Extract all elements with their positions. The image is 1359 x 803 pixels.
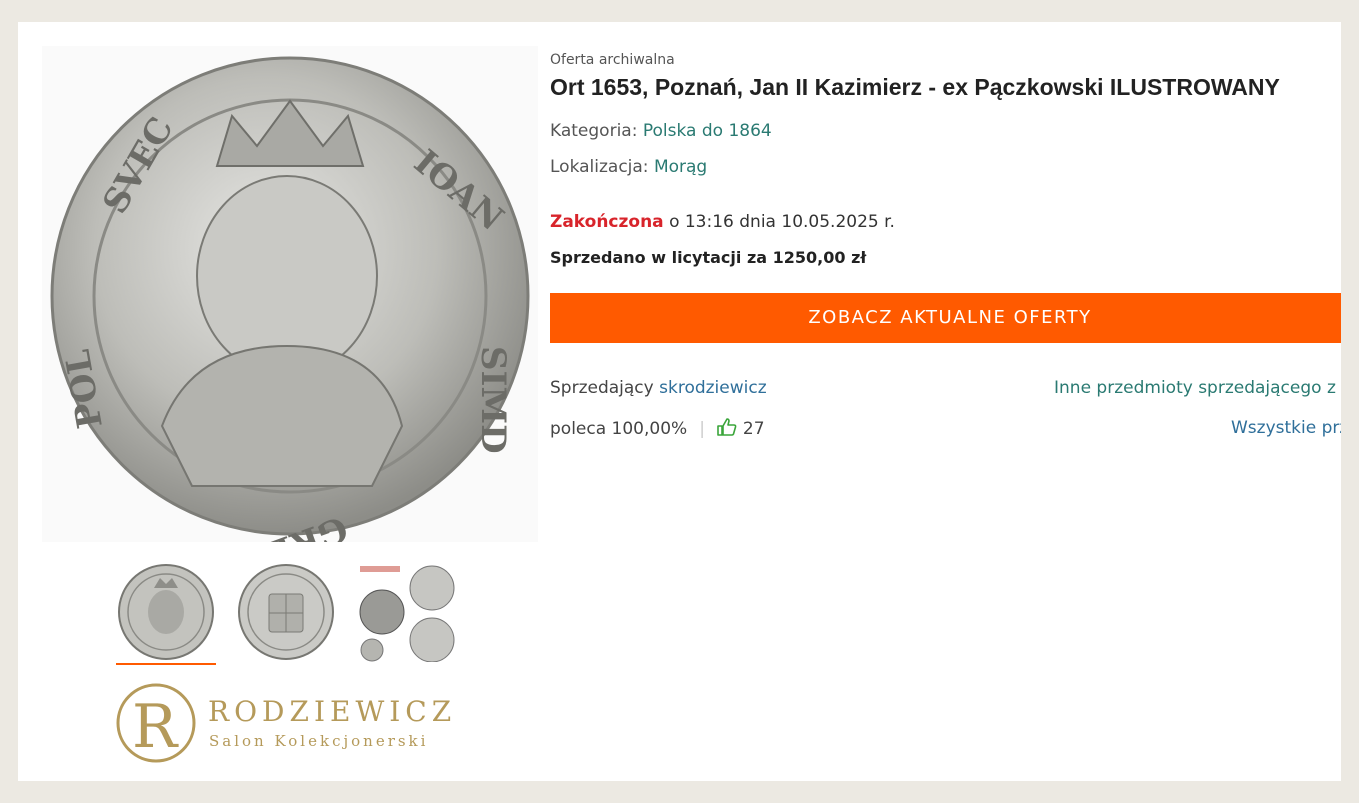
other-items-link[interactable]: Inne przedmioty sprzedającego z k xyxy=(1054,378,1341,398)
main-coin-image[interactable]: IOAN SIMD GREX POL SVEC xyxy=(42,46,538,542)
logo-subtitle: Salon Kolekcjonerski xyxy=(209,732,429,750)
thumbnail-reverse[interactable] xyxy=(236,562,336,662)
seller-name-link[interactable]: skrodziewicz xyxy=(659,378,767,398)
thumbnail-obverse[interactable] xyxy=(116,562,216,665)
archive-label: Oferta archiwalna xyxy=(550,52,675,68)
seller-label: Sprzedający xyxy=(550,378,654,398)
thumbnail-certificate[interactable] xyxy=(356,562,456,662)
logo-name: RODZIEWICZ xyxy=(208,695,457,728)
location-link[interactable]: Morąg xyxy=(654,157,707,177)
rating-row: poleca 100,00% | 27 xyxy=(550,418,765,441)
status-badge: Zakończona xyxy=(550,212,664,232)
rating-separator: | xyxy=(699,419,705,439)
seller-row: Sprzedający skrodziewicz xyxy=(550,378,767,398)
category-label: Kategoria: xyxy=(550,121,638,141)
all-items-link[interactable]: Wszystkie prz xyxy=(1231,418,1341,438)
offer-title: Ort 1653, Poznań, Jan II Kazimierz - ex … xyxy=(550,74,1280,100)
thumbs-up-icon xyxy=(717,418,737,441)
ended-time: o 13:16 dnia 10.05.2025 r. xyxy=(669,212,895,232)
see-current-offers-button[interactable]: ZOBACZ AKTUALNE OFERTY xyxy=(550,293,1341,343)
seller-logo: R RODZIEWICZ Salon Kolekcjonerski xyxy=(116,677,464,769)
location-label: Lokalizacja: xyxy=(550,157,649,177)
recommend-text: poleca 100,00% xyxy=(550,419,688,439)
location-row: Lokalizacja: Morąg xyxy=(550,157,707,177)
ended-row: Zakończona o 13:16 dnia 10.05.2025 r. xyxy=(550,212,895,232)
offer-card: IOAN SIMD GREX POL SVEC xyxy=(18,22,1341,781)
thumbs-count: 27 xyxy=(742,419,765,439)
category-row: Kategoria: Polska do 1864 xyxy=(550,121,772,141)
svg-text:R: R xyxy=(132,692,179,762)
svg-text:SIMD: SIMD xyxy=(473,346,513,454)
category-link[interactable]: Polska do 1864 xyxy=(643,121,772,141)
sold-text: Sprzedano w licytacji za 1250,00 zł xyxy=(550,248,867,267)
